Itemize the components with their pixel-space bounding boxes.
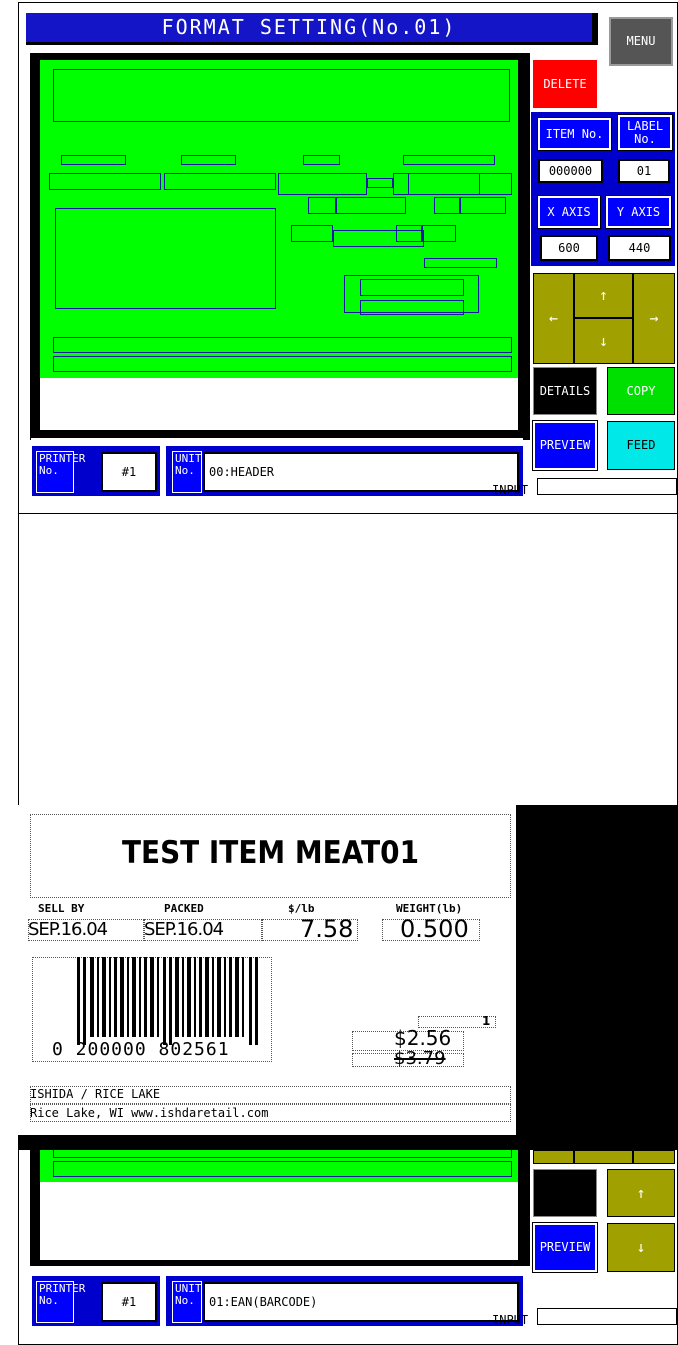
weight-value: 0.500 — [400, 915, 469, 943]
label-canvas-margin-2 — [40, 1182, 518, 1260]
printer-label-line2: No. — [39, 464, 59, 477]
sell-by-value: SEP.16.04 — [28, 919, 108, 940]
y-axis-value[interactable]: 440 — [608, 235, 671, 261]
page-title: FORMAT SETTING(No.01) — [26, 13, 598, 45]
arrow-down-button[interactable]: ↓ — [574, 318, 633, 364]
input-label: INPUT — [492, 483, 529, 497]
field-small-4[interactable] — [460, 197, 506, 214]
feed-button[interactable]: FEED — [607, 421, 675, 470]
printer-no-value-2[interactable]: #1 — [101, 1282, 157, 1322]
field-small-9[interactable] — [424, 258, 497, 268]
field-small-2[interactable] — [336, 197, 406, 214]
olive-strip-1 — [533, 1150, 574, 1164]
field-sell-by[interactable] — [49, 173, 161, 190]
printer-no-label-2: PRINTER No. — [36, 1281, 85, 1323]
weight-label: WEIGHT(lb) — [396, 902, 463, 915]
item-no-button[interactable]: ITEM No. — [537, 117, 612, 151]
sell-by-label: SELL BY — [38, 902, 85, 915]
field-small-3[interactable] — [434, 197, 460, 214]
unit-no-value-2[interactable]: 01:EAN(BARCODE) — [203, 1282, 519, 1322]
printer-label-2-line2: No. — [39, 1294, 59, 1307]
preview-button[interactable]: PREVIEW — [532, 420, 598, 471]
olive-strip-2 — [574, 1150, 633, 1164]
footer-line-2: Rice Lake, WI www.ishdaretail.com — [30, 1106, 269, 1120]
arrow-down-icon: ↓ — [598, 331, 609, 350]
unit-no-value[interactable]: 00:HEADER — [203, 452, 519, 492]
field-old-price[interactable] — [360, 300, 464, 315]
field-weight-inner[interactable] — [408, 173, 480, 195]
field-small-5[interactable] — [291, 225, 333, 242]
x-axis-button[interactable]: X AXIS — [537, 195, 601, 229]
barcode-icon — [77, 957, 258, 1045]
unit-no-label-2: UNIT No. — [172, 1281, 202, 1323]
packed-value: SEP.16.04 — [144, 919, 224, 940]
arrow-up-icon-2: ↑ — [636, 1183, 646, 1202]
barcode-number: 0 200000 802561 — [52, 1039, 230, 1060]
field-packed-label[interactable] — [181, 155, 236, 165]
printer-no-label: PRINTER No. — [36, 451, 85, 493]
unit-label-line2: No. — [175, 464, 195, 477]
menu-button[interactable]: MENU — [609, 17, 673, 66]
arrow-up-icon: ↑ — [598, 286, 609, 304]
input-field-2[interactable] — [537, 1308, 677, 1325]
label-no-button[interactable]: LABEL No. — [617, 114, 673, 151]
field-sell-by-label[interactable] — [61, 155, 126, 165]
preview-up-button[interactable]: ↑ — [607, 1169, 675, 1217]
arrow-right-button[interactable]: → — [633, 273, 675, 364]
field-small-8[interactable] — [422, 225, 456, 242]
unit-no-label: UNIT No. — [172, 451, 202, 493]
preview-button-2[interactable]: PREVIEW — [532, 1222, 598, 1273]
field-footer-2[interactable] — [53, 356, 512, 372]
label-no-label-line1: LABEL — [626, 118, 664, 133]
field-small-7[interactable] — [396, 225, 422, 242]
x-axis-value[interactable]: 600 — [540, 235, 598, 261]
preview-down-button[interactable]: ↓ — [607, 1223, 675, 1272]
price-per-lb-label: $/lb — [288, 902, 315, 915]
field-barcode[interactable] — [55, 208, 276, 309]
arrow-left-icon: ← — [548, 309, 559, 327]
arrow-left-button[interactable]: ← — [533, 273, 574, 364]
label-canvas-margin — [40, 378, 518, 430]
field-total-price[interactable] — [360, 279, 464, 296]
item-no-value[interactable]: 000000 — [538, 159, 603, 183]
printer-no-value[interactable]: #1 — [101, 452, 157, 492]
label-canvas[interactable] — [40, 60, 518, 378]
old-price: $3.79 — [394, 1048, 446, 1069]
label-no-value[interactable]: 01 — [618, 159, 670, 183]
footer-line-1: ISHIDA / RICE LAKE — [30, 1087, 161, 1101]
field-item-name[interactable] — [53, 69, 510, 122]
field-footer-1[interactable] — [53, 337, 512, 353]
delete-button[interactable]: DELETE — [533, 60, 597, 108]
arrow-down-icon-2: ↓ — [636, 1238, 646, 1256]
black-button[interactable] — [533, 1169, 597, 1217]
arrow-up-button[interactable]: ↑ — [574, 273, 633, 318]
total-price: $2.56 — [394, 1026, 452, 1050]
field-weight-label[interactable] — [403, 155, 495, 165]
olive-strip-3 — [633, 1150, 675, 1164]
input-label-2: INPUT — [492, 1313, 529, 1327]
price-per-lb-value: 7.58 — [300, 915, 354, 943]
qty-value: 1 — [482, 1014, 491, 1028]
field-small-1[interactable] — [308, 197, 336, 214]
field-price[interactable] — [278, 173, 367, 195]
field-packed[interactable] — [164, 173, 276, 190]
field-footer-2b — [53, 1161, 512, 1177]
copy-button[interactable]: COPY — [607, 367, 675, 415]
details-button[interactable]: DETAILS — [533, 367, 597, 415]
packed-label: PACKED — [164, 902, 204, 915]
field-price-label[interactable] — [303, 155, 340, 165]
field-connector[interactable] — [367, 178, 393, 188]
preview-black-overlay — [516, 805, 678, 1150]
preview-bottom-bar — [18, 1134, 678, 1150]
item-name: TEST ITEM MEAT01 — [122, 835, 419, 871]
y-axis-button[interactable]: Y AXIS — [605, 195, 672, 229]
arrow-right-icon: → — [649, 309, 659, 327]
input-field[interactable] — [537, 478, 677, 495]
label-preview: TEST ITEM MEAT01 SELL BY PACKED $/lb WEI… — [18, 805, 516, 1135]
unit-label-2-line2: No. — [175, 1294, 195, 1307]
label-no-label-line2: No. — [634, 131, 656, 146]
